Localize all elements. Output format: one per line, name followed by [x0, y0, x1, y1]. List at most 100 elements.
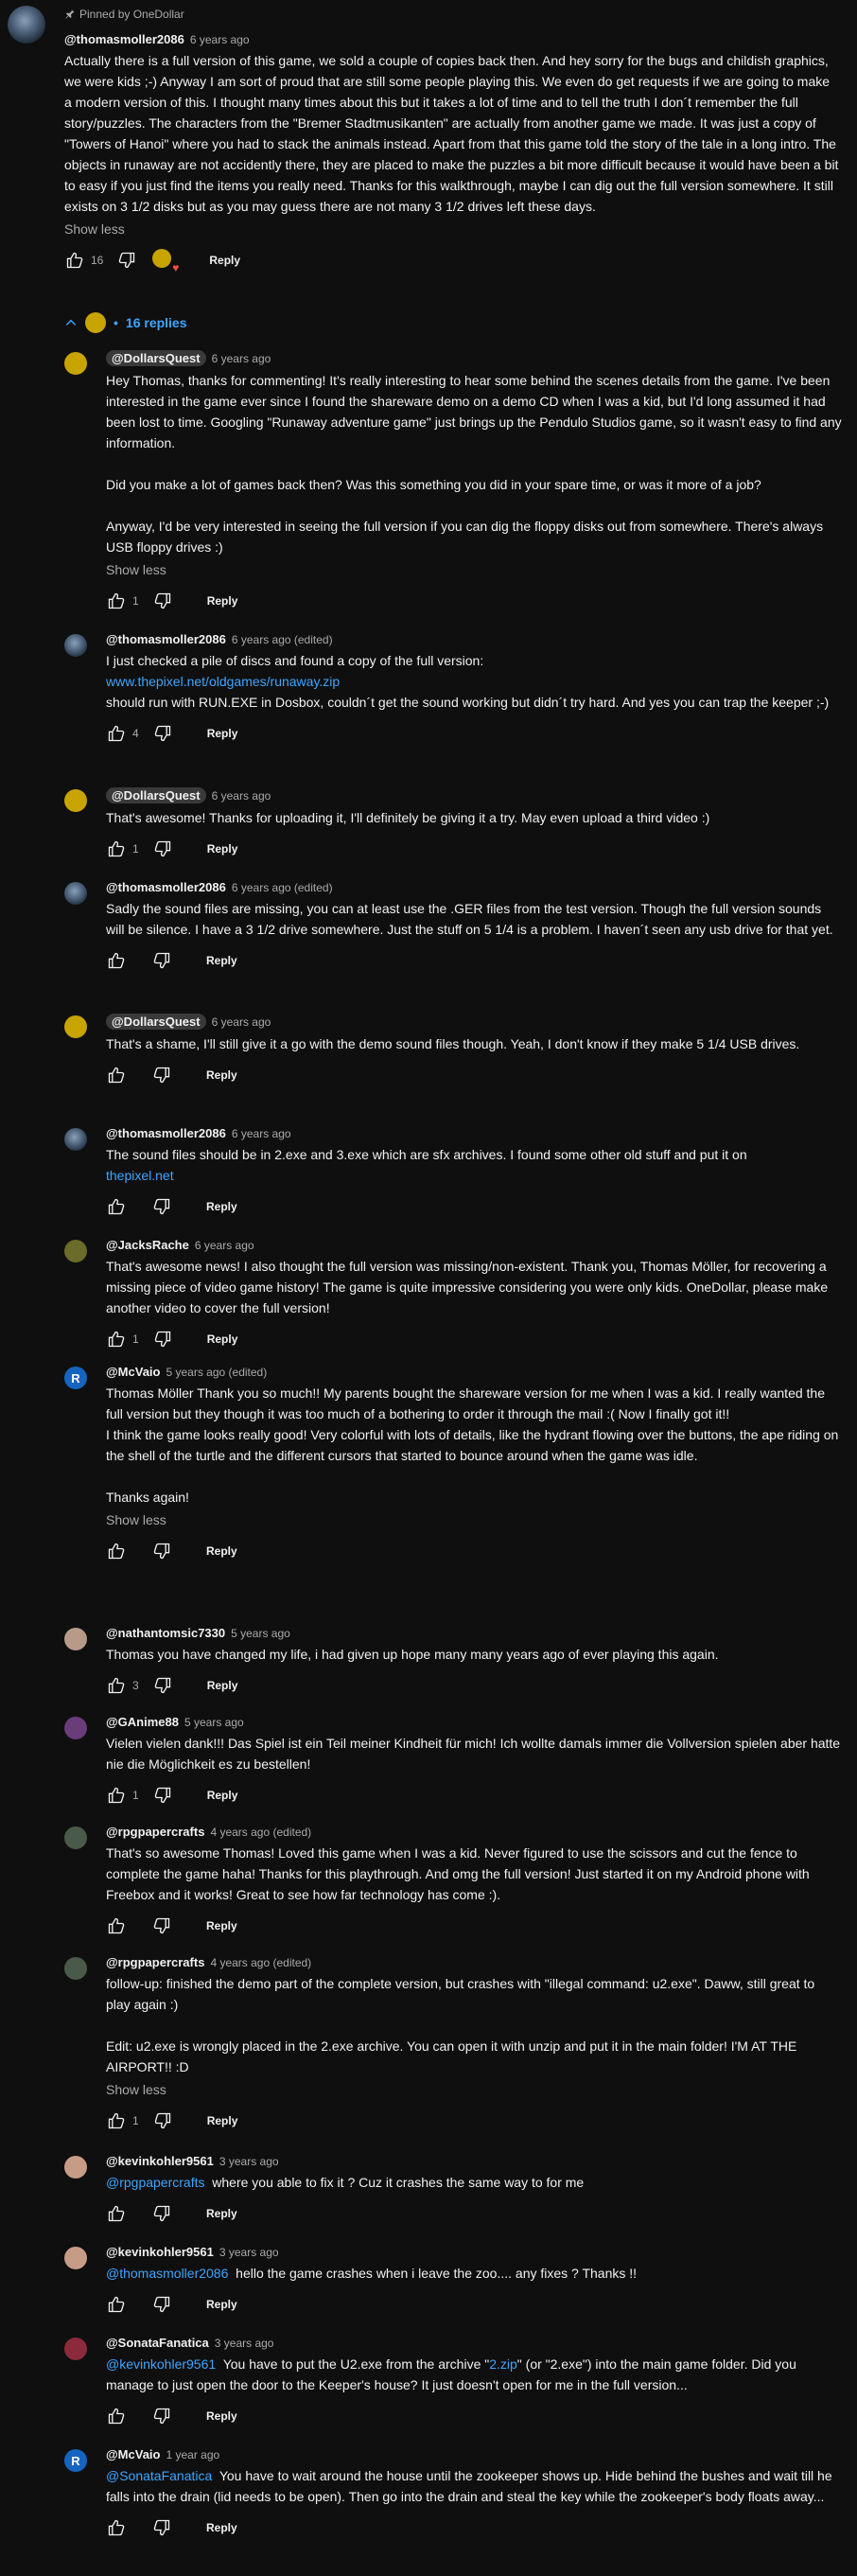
reply-button[interactable]: Reply	[196, 1781, 250, 1809]
like-button[interactable]	[106, 2110, 127, 2131]
comment-author[interactable]: @McVaio	[106, 1365, 160, 1379]
comment-time[interactable]: 5 years ago	[184, 1716, 244, 1729]
comment-author[interactable]: @DollarsQuest	[106, 787, 206, 803]
dislike-button[interactable]	[152, 2110, 173, 2131]
dislike-button[interactable]	[151, 1065, 172, 1085]
reply-button[interactable]: Reply	[195, 2402, 249, 2430]
reply-button[interactable]: Reply	[195, 2199, 249, 2228]
avatar[interactable]	[64, 2338, 87, 2360]
avatar[interactable]	[64, 1015, 87, 1038]
reply-button[interactable]: Reply	[195, 1061, 249, 1089]
dislike-button[interactable]	[151, 2294, 172, 2315]
avatar[interactable]: R	[64, 1367, 87, 1389]
comment-link[interactable]: thepixel.net	[106, 1168, 174, 1183]
dislike-button[interactable]	[151, 1541, 172, 1561]
replies-toggle[interactable]: • 16 replies	[64, 312, 187, 333]
comment-author[interactable]: @DollarsQuest	[106, 1014, 206, 1030]
show-less-button[interactable]: Show less	[106, 1509, 842, 1530]
like-button[interactable]	[64, 250, 85, 271]
comment-link[interactable]: www.thepixel.net/oldgames/runaway.zip	[106, 674, 340, 689]
mention-link[interactable]: @kevinkohler9561	[106, 2356, 216, 2372]
reply-button[interactable]: Reply	[195, 1192, 249, 1221]
avatar[interactable]	[64, 789, 87, 812]
comment-time[interactable]: 5 years ago (edited)	[166, 1366, 267, 1379]
like-button[interactable]	[106, 2203, 127, 2224]
dislike-button[interactable]	[152, 723, 173, 744]
comment-time[interactable]: 6 years ago	[212, 1015, 271, 1029]
like-button[interactable]	[106, 838, 127, 859]
comment-author[interactable]: @SonataFanatica	[106, 2336, 209, 2350]
reply-button[interactable]: Reply	[195, 1912, 249, 1940]
reply-button[interactable]: Reply	[195, 946, 249, 975]
dislike-button[interactable]	[151, 2517, 172, 2538]
like-button[interactable]	[106, 2294, 127, 2315]
like-button[interactable]	[106, 1675, 127, 1696]
reply-button[interactable]: Reply	[196, 835, 250, 863]
dislike-button[interactable]	[116, 250, 137, 271]
reply-button[interactable]: Reply	[195, 1537, 249, 1565]
avatar[interactable]	[64, 352, 87, 375]
reply-button[interactable]: Reply	[196, 2107, 250, 2135]
like-button[interactable]	[106, 1196, 127, 1217]
dislike-button[interactable]	[152, 1785, 173, 1806]
mention-link[interactable]: @thomasmoller2086	[106, 2266, 228, 2281]
show-less-button[interactable]: Show less	[106, 559, 842, 580]
avatar[interactable]	[64, 882, 87, 905]
like-button[interactable]	[106, 1915, 127, 1936]
comment-author[interactable]: @GAnime88	[106, 1715, 179, 1729]
mention-link[interactable]: @SonataFanatica	[106, 2468, 212, 2483]
comment-author[interactable]: @DollarsQuest	[106, 350, 206, 366]
comment-time[interactable]: 6 years ago	[232, 1127, 291, 1140]
like-button[interactable]	[106, 591, 127, 611]
dislike-button[interactable]	[151, 2406, 172, 2426]
comment-author[interactable]: @thomasmoller2086	[64, 32, 184, 46]
dislike-button[interactable]	[151, 2203, 172, 2224]
avatar[interactable]	[64, 1240, 87, 1262]
dislike-button[interactable]	[152, 591, 173, 611]
comment-time[interactable]: 6 years ago (edited)	[232, 881, 333, 894]
like-button[interactable]	[106, 1785, 127, 1806]
avatar[interactable]	[64, 2156, 87, 2179]
comment-time[interactable]: 4 years ago (edited)	[210, 1826, 311, 1839]
comment-time[interactable]: 6 years ago (edited)	[232, 633, 333, 646]
mention-link[interactable]: @rpgpapercrafts	[106, 2175, 204, 2190]
dislike-button[interactable]	[151, 1915, 172, 1936]
like-button[interactable]	[106, 2406, 127, 2426]
comment-time[interactable]: 6 years ago	[195, 1239, 254, 1252]
reply-button[interactable]: Reply	[195, 2514, 249, 2542]
comment-author[interactable]: @JacksRache	[106, 1238, 189, 1252]
dislike-button[interactable]	[152, 1329, 173, 1350]
comment-author[interactable]: @thomasmoller2086	[106, 632, 226, 646]
comment-author[interactable]: @thomasmoller2086	[106, 1126, 226, 1140]
comment-author[interactable]: @kevinkohler9561	[106, 2245, 214, 2259]
dislike-button[interactable]	[151, 950, 172, 971]
comment-time[interactable]: 3 years ago	[215, 2337, 274, 2350]
dislike-button[interactable]	[151, 1196, 172, 1217]
reply-button[interactable]: Reply	[198, 246, 252, 274]
like-button[interactable]	[106, 1065, 127, 1085]
avatar[interactable]	[64, 1717, 87, 1739]
comment-author[interactable]: @nathantomsic7330	[106, 1626, 225, 1640]
avatar[interactable]	[64, 1826, 87, 1849]
avatar[interactable]: R	[64, 2449, 87, 2472]
comment-time[interactable]: 5 years ago	[231, 1627, 290, 1640]
reply-button[interactable]: Reply	[196, 587, 250, 615]
avatar[interactable]	[64, 634, 87, 657]
avatar[interactable]	[64, 2247, 87, 2269]
comment-author[interactable]: @thomasmoller2086	[106, 880, 226, 894]
reply-button[interactable]: Reply	[196, 719, 250, 748]
comment-time[interactable]: 4 years ago (edited)	[210, 1956, 311, 1969]
comment-author[interactable]: @McVaio	[106, 2447, 160, 2461]
comment-time[interactable]: 6 years ago	[190, 33, 250, 46]
avatar[interactable]	[8, 6, 45, 44]
comment-time[interactable]: 3 years ago	[219, 2246, 279, 2259]
avatar[interactable]	[64, 1128, 87, 1151]
like-button[interactable]	[106, 950, 127, 971]
like-button[interactable]	[106, 1541, 127, 1561]
comment-link[interactable]: 2.zip	[489, 2356, 517, 2372]
dislike-button[interactable]	[152, 1675, 173, 1696]
comment-time[interactable]: 6 years ago	[212, 789, 271, 803]
reply-button[interactable]: Reply	[195, 2290, 249, 2319]
dislike-button[interactable]	[152, 838, 173, 859]
like-button[interactable]	[106, 2517, 127, 2538]
